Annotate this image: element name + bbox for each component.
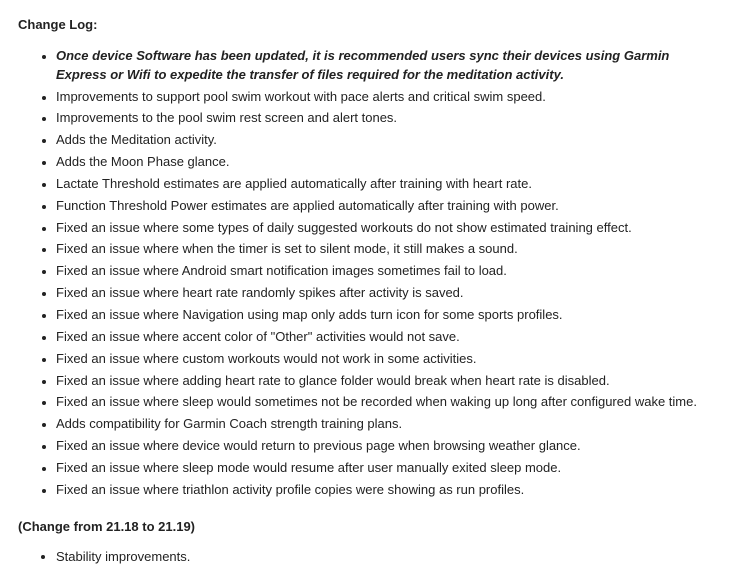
list-item: Fixed an issue where sleep mode would re… — [56, 459, 720, 478]
list-item: Fixed an issue where accent color of "Ot… — [56, 328, 720, 347]
list-item: Adds compatibility for Garmin Coach stre… — [56, 415, 720, 434]
list-item: Fixed an issue where adding heart rate t… — [56, 372, 720, 391]
sub-changelog-list: Stability improvements. — [18, 548, 720, 567]
list-item: Fixed an issue where when the timer is s… — [56, 240, 720, 259]
list-item: Adds the Moon Phase glance. — [56, 153, 720, 172]
list-item: Lactate Threshold estimates are applied … — [56, 175, 720, 194]
changelog-heading: Change Log: — [18, 16, 720, 35]
list-item: Stability improvements. — [56, 548, 720, 567]
list-item: Function Threshold Power estimates are a… — [56, 197, 720, 216]
list-item: Improvements to the pool swim rest scree… — [56, 109, 720, 128]
version-subheading: (Change from 21.18 to 21.19) — [18, 518, 720, 537]
list-item: Fixed an issue where Navigation using ma… — [56, 306, 720, 325]
list-item: Fixed an issue where triathlon activity … — [56, 481, 720, 500]
list-item: Fixed an issue where device would return… — [56, 437, 720, 456]
list-item: Adds the Meditation activity. — [56, 131, 720, 150]
changelog-list: Once device Software has been updated, i… — [18, 47, 720, 500]
list-item: Fixed an issue where Android smart notif… — [56, 262, 720, 281]
list-item: Fixed an issue where heart rate randomly… — [56, 284, 720, 303]
list-item: Fixed an issue where custom workouts wou… — [56, 350, 720, 369]
list-item: Fixed an issue where sleep would sometim… — [56, 393, 720, 412]
list-item: Once device Software has been updated, i… — [56, 47, 720, 85]
list-item: Improvements to support pool swim workou… — [56, 88, 720, 107]
list-item: Fixed an issue where some types of daily… — [56, 219, 720, 238]
